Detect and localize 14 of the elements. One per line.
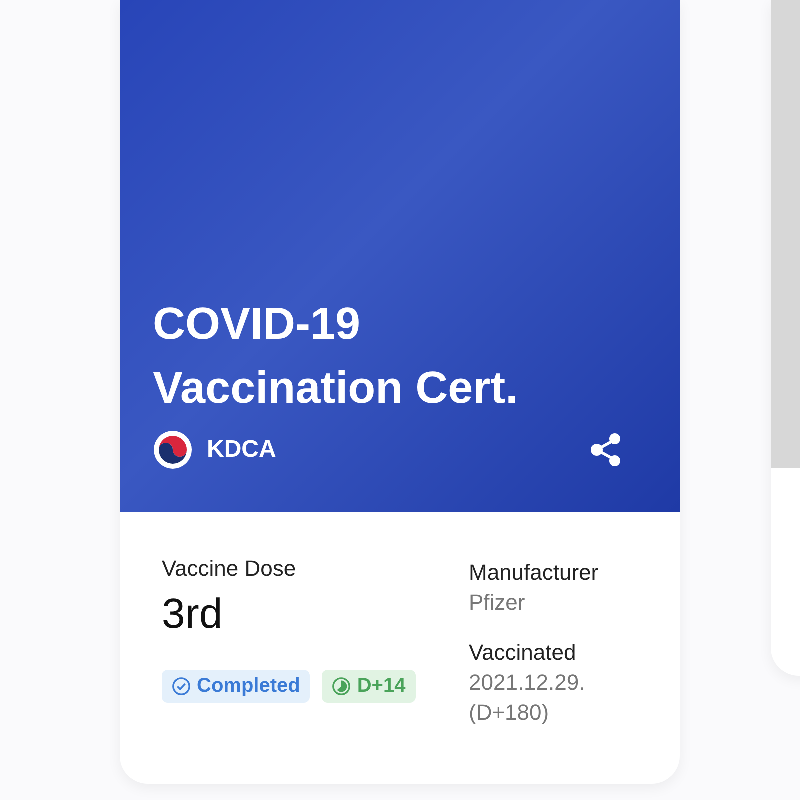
- pie-clock-icon: [332, 677, 352, 696]
- badge-label: D+14: [357, 675, 406, 698]
- issuer-name: KDCA: [207, 436, 278, 464]
- check-circle-icon: [172, 677, 191, 696]
- badge-label: Completed: [197, 675, 300, 698]
- detail-label: Vaccinated: [469, 640, 578, 666]
- certificate-title: COVID-19 Vaccination Cert.: [153, 297, 520, 415]
- detail-label: Manufacturer: [469, 560, 599, 586]
- emblem-icon: [153, 430, 193, 470]
- detail-value: Pfizer: [469, 589, 526, 617]
- dose-value: 3rd: [162, 590, 224, 638]
- share-icon[interactable]: [590, 433, 622, 467]
- detail-value: 2021.12.29. (D+180): [469, 669, 586, 727]
- dose-label: Vaccine Dose: [162, 556, 298, 582]
